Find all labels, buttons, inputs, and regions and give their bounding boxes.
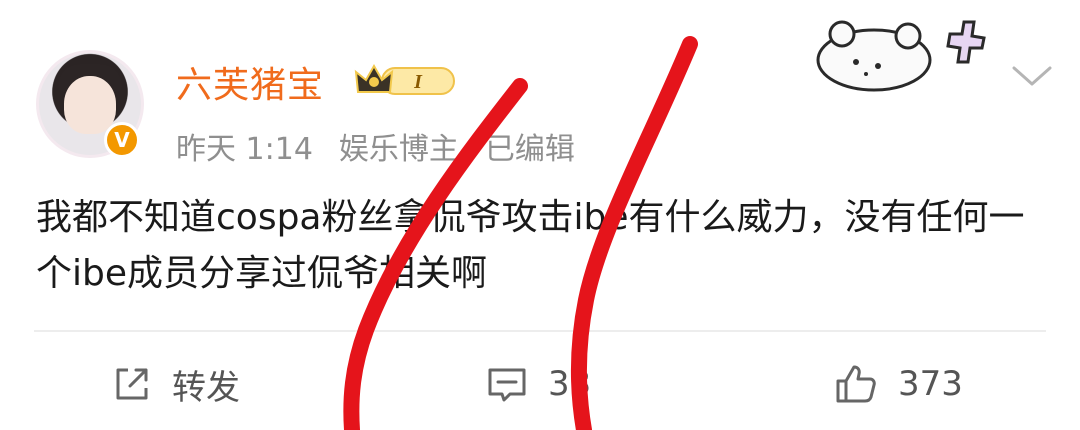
repost-button[interactable]: 转发 <box>112 362 240 408</box>
divider <box>34 330 1046 332</box>
vip-level: I <box>413 71 423 93</box>
like-icon <box>836 365 876 403</box>
post-time: 昨天 1:14 <box>176 132 313 167</box>
crown-icon[interactable]: I <box>352 60 458 100</box>
author-role: 娱乐博主 <box>338 132 459 167</box>
chevron-down-icon[interactable] <box>1010 62 1054 90</box>
edited-label: 已编辑 <box>484 132 575 167</box>
sticker-icon <box>816 20 986 92</box>
verified-icon: V <box>104 122 140 158</box>
author-name[interactable]: 六芙猪宝 <box>176 56 324 108</box>
comment-count: 33 <box>548 364 592 404</box>
repost-label: 转发 <box>172 367 240 408</box>
like-button[interactable]: 373 <box>834 362 963 406</box>
like-count: 373 <box>898 364 963 404</box>
comment-button[interactable]: 33 <box>486 362 591 406</box>
post-meta: 昨天 1:14 娱乐博主 已编辑 <box>176 124 601 168</box>
post-content: 我都不知道cospa粉丝拿侃爷攻击ibe有什么威力，没有任何一个ibe成员分享过… <box>36 197 1025 294</box>
avatar-face <box>64 76 116 134</box>
share-icon <box>116 368 148 400</box>
comment-icon <box>488 368 526 402</box>
